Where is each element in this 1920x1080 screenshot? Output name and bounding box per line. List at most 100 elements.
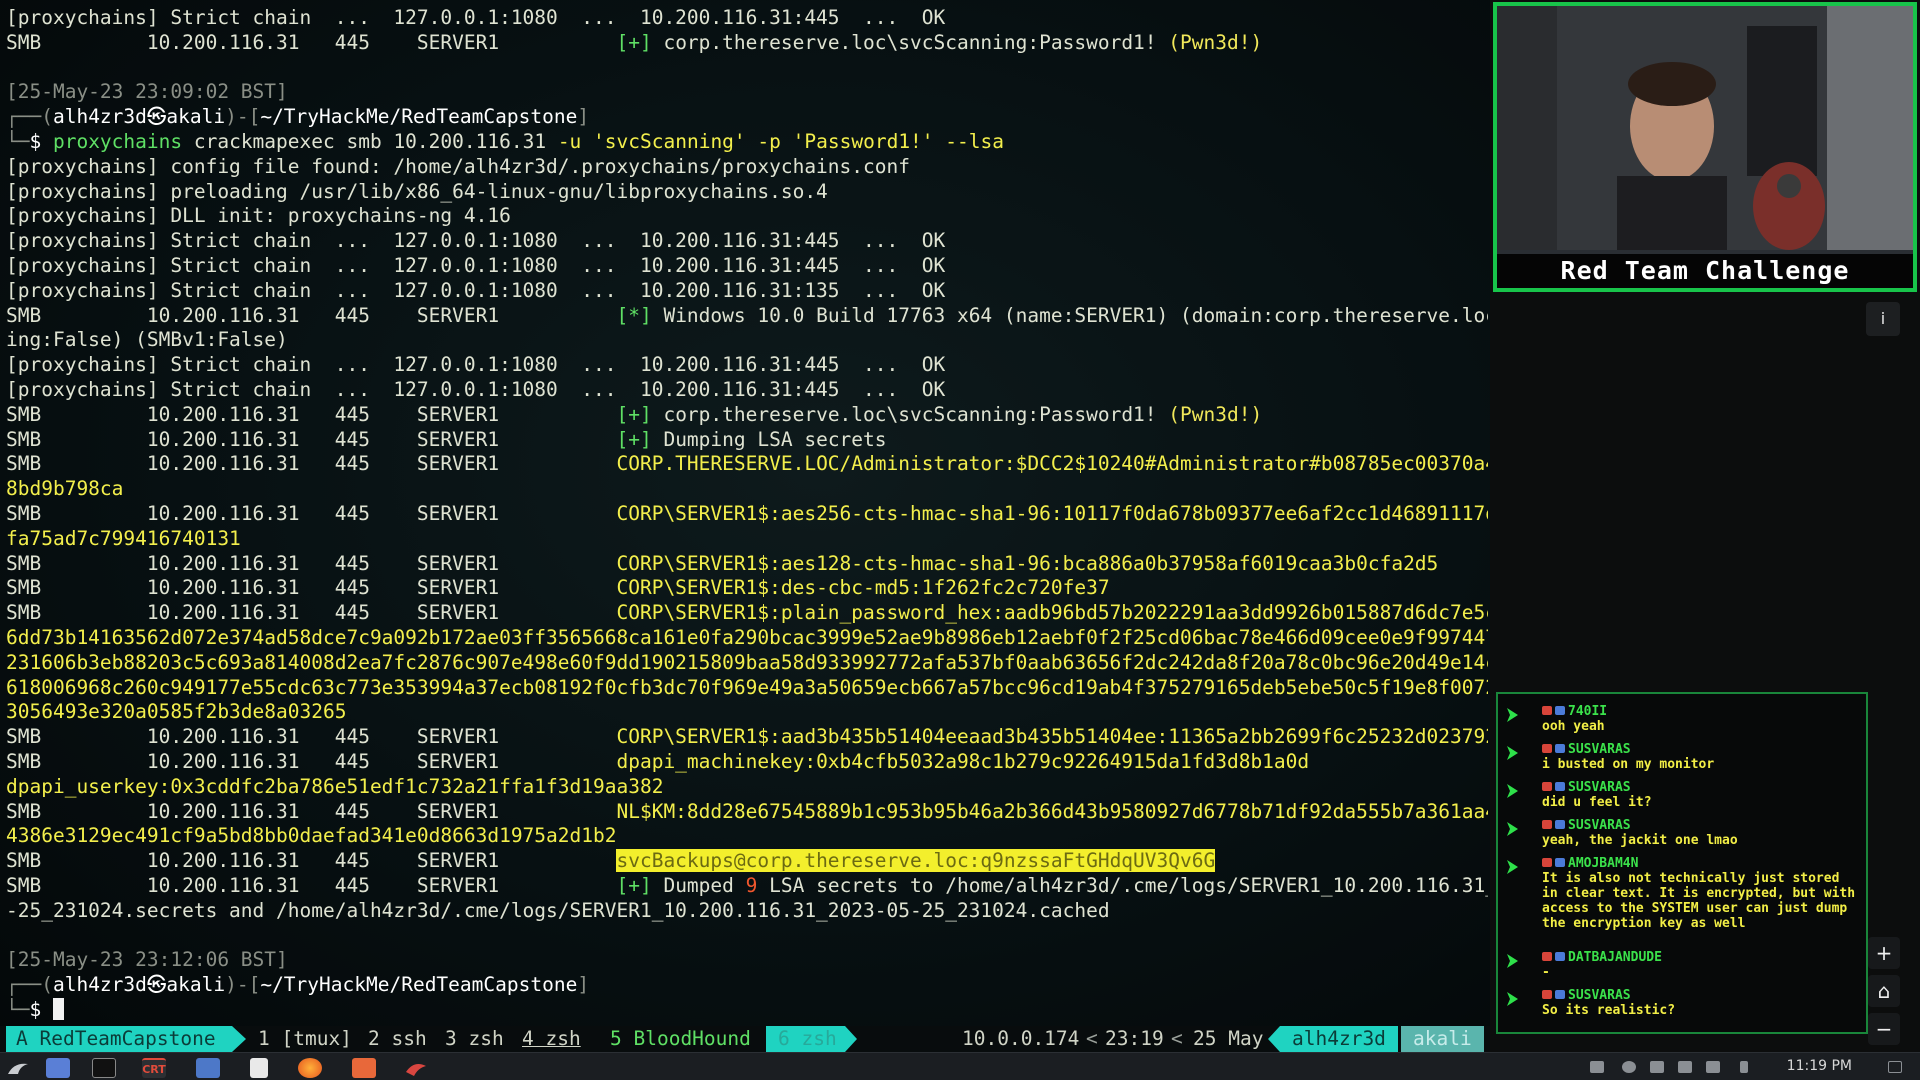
user-badge-icon: [1542, 744, 1552, 753]
chevron-right-icon: [1507, 784, 1518, 798]
terminal-text: SMB 10.200.116.31 445 SERVER1: [6, 725, 617, 749]
bird-icon[interactable]: [404, 1058, 428, 1078]
terminal-text: SMB 10.200.116.31 445 SERVER1: [6, 402, 617, 426]
terminal-text: dpapi_machinekey:0xb4cfb5032a98c1b279c92…: [616, 749, 1310, 773]
terminal-line: -25_231024.secrets and /home/alh4zr3d/.c…: [6, 899, 1488, 924]
chat-username[interactable]: DATBAJANDUDE: [1568, 950, 1662, 965]
terminal-text: Dumped: [663, 873, 746, 897]
show-desktop-icon[interactable]: [1888, 1061, 1902, 1073]
terminal-text: 'Password1!': [792, 129, 946, 153]
terminal-window[interactable]: [proxychains] Strict chain ... 127.0.0.1…: [0, 0, 1490, 1036]
tray-display-icon[interactable]: [1706, 1061, 1720, 1073]
terminal-text: SMB 10.200.116.31 445 SERVER1: [6, 303, 617, 327]
terminal-text: fa75ad7c799416740131: [6, 526, 241, 550]
chat-username-row: 740II: [1542, 704, 1607, 719]
terminal-text: 'svcScanning': [593, 129, 758, 153]
terminal-text: 6dd73b14163562d072e374ad58dce7c9a092b172…: [6, 625, 1488, 649]
terminal-text: (Pwn3d!): [1168, 30, 1263, 54]
chat-username[interactable]: SUSVARAS: [1568, 988, 1631, 1003]
tmux-user: alh4zr3d: [1268, 1026, 1398, 1052]
zoom-in-button[interactable]: +: [1868, 937, 1900, 969]
tmux-ip-address: 10.0.0.174: [962, 1027, 1080, 1050]
highlighted-credential: svcBackups@corp.thereserve.loc:q9nzssaFt…: [616, 849, 1216, 873]
burp-icon[interactable]: [352, 1058, 376, 1078]
terminal-line: [proxychains] config file found: /home/a…: [6, 155, 1488, 180]
terminal-text: 9: [745, 873, 770, 897]
tray-battery-icon[interactable]: [1650, 1061, 1664, 1073]
sub-badge-icon: [1555, 990, 1565, 999]
chat-username[interactable]: 740II: [1568, 704, 1607, 719]
terminal-line: SMB 10.200.116.31 445 SERVER1 NL$KM:8dd2…: [6, 800, 1488, 825]
tmux-window-4[interactable]: 4 zsh: [522, 1026, 581, 1052]
terminal-text: 231606b3eb88203c5c693a814008d2ea7fc2876c…: [6, 650, 1488, 674]
chat-username[interactable]: SUSVARAS: [1568, 818, 1631, 833]
terminal-line: ┌──(alh4zr3d㉿akali)-[~/TryHackMe/RedTeam…: [6, 105, 1488, 130]
sub-badge-icon: [1555, 858, 1565, 867]
chat-username[interactable]: SUSVARAS: [1568, 780, 1631, 795]
chat-username[interactable]: AMOJBAM4N: [1568, 856, 1638, 871]
chat-text: So its realistic?: [1542, 1003, 1676, 1018]
files-icon[interactable]: [196, 1058, 220, 1078]
terminal-text: $: [29, 129, 53, 153]
tmux-window-2[interactable]: 2 ssh: [368, 1026, 427, 1052]
chat-username[interactable]: SUSVARAS: [1568, 742, 1631, 757]
webcam-video: [1497, 6, 1913, 250]
tray-bell-icon[interactable]: [1740, 1061, 1748, 1073]
document-icon[interactable]: [250, 1058, 268, 1078]
tray-status-icon[interactable]: [1622, 1061, 1636, 1073]
terminal-text: [25-May-23 23:12:06 BST]: [6, 948, 288, 972]
terminal-text: Dumping LSA secrets: [663, 427, 887, 451]
terminal-line: SMB 10.200.116.31 445 SERVER1 svcBackups…: [6, 849, 1488, 874]
user-badge-icon: [1542, 706, 1552, 715]
sub-badge-icon: [1555, 782, 1565, 791]
terminal-text: [proxychains] DLL init: proxychains-ng 4…: [6, 204, 511, 228]
terminal-line: SMB 10.200.116.31 445 SERVER1 [+] corp.t…: [6, 31, 1488, 56]
terminal-line: SMB 10.200.116.31 445 SERVER1 CORP.THERE…: [6, 452, 1488, 477]
terminal-text: CORP\SERVER1$:aes128-cts-hmac-sha1-96:bc…: [616, 551, 1439, 575]
blue-square-icon[interactable]: [46, 1058, 70, 1078]
terminal-text: -p: [757, 129, 793, 153]
taskbar-clock[interactable]: 11:19 PM: [1787, 1058, 1852, 1074]
terminal-text: [*]: [616, 303, 664, 327]
terminal-line: [proxychains] Strict chain ... 127.0.0.1…: [6, 279, 1488, 304]
home-button[interactable]: ⌂: [1868, 975, 1900, 1007]
firefox-icon[interactable]: [298, 1058, 322, 1078]
terminal-icon[interactable]: [92, 1058, 116, 1078]
user-badge-icon: [1542, 990, 1552, 999]
chevron-right-icon: [1507, 822, 1518, 836]
terminal-text: SMB 10.200.116.31 445 SERVER1: [6, 576, 617, 600]
sub-badge-icon: [1555, 706, 1565, 715]
chat-username-row: DATBAJANDUDE: [1542, 950, 1662, 965]
terminal-text: corp.thereserve.loc\svcScanning:Password…: [663, 402, 1169, 426]
terminal-text: ]: [577, 105, 590, 129]
terminal-text: CORP\SERVER1$:des-cbc-md5:1f262fc2c720fe…: [616, 576, 1110, 600]
chevron-right-icon: [1507, 708, 1518, 722]
terminal-text: -25_231024.secrets and /home/alh4zr3d/.c…: [6, 898, 1110, 922]
terminal-text: └─: [6, 997, 30, 1021]
tmux-window-1[interactable]: 1 [tmux]: [258, 1026, 352, 1052]
info-button[interactable]: i: [1866, 302, 1900, 336]
zoom-out-button[interactable]: −: [1868, 1013, 1900, 1045]
terminal-text: ┌──(: [6, 105, 53, 129]
stream-title-banner: Red Team Challenge: [1497, 254, 1913, 288]
sub-badge-icon: [1555, 820, 1565, 829]
terminal-text: [+]: [616, 30, 664, 54]
terminal-text: SMB 10.200.116.31 445 SERVER1: [6, 452, 617, 476]
tmux-window-3[interactable]: 3 zsh: [445, 1026, 504, 1052]
terminal-line: └─$ proxychains crackmapexec smb 10.200.…: [6, 130, 1488, 155]
tmux-host: akali: [1401, 1026, 1484, 1052]
tmux-window-6-active[interactable]: 6 zsh: [766, 1026, 857, 1052]
app-menu-icon[interactable]: [6, 1058, 30, 1078]
terminal-text: ┌──(: [6, 973, 53, 997]
tmux-session-name[interactable]: A RedTeamCapstone: [6, 1026, 246, 1052]
crt-icon[interactable]: CRT: [142, 1058, 166, 1078]
tray-network-icon[interactable]: [1590, 1061, 1604, 1073]
terminal-text: [proxychains] Strict chain ... 127.0.0.1…: [6, 377, 946, 401]
terminal-text: SMB 10.200.116.31 445 SERVER1: [6, 849, 617, 873]
terminal-text: )-[: [225, 973, 261, 997]
terminal-text: CORP\SERVER1$:aes256-cts-hmac-sha1-96:10…: [616, 501, 1488, 525]
tmux-window-5[interactable]: 5 BloodHound: [610, 1026, 751, 1052]
chat-text: ooh yeah: [1542, 719, 1605, 734]
tray-volume-icon[interactable]: [1678, 1061, 1692, 1073]
terminal-line: [proxychains] Strict chain ... 127.0.0.1…: [6, 229, 1488, 254]
